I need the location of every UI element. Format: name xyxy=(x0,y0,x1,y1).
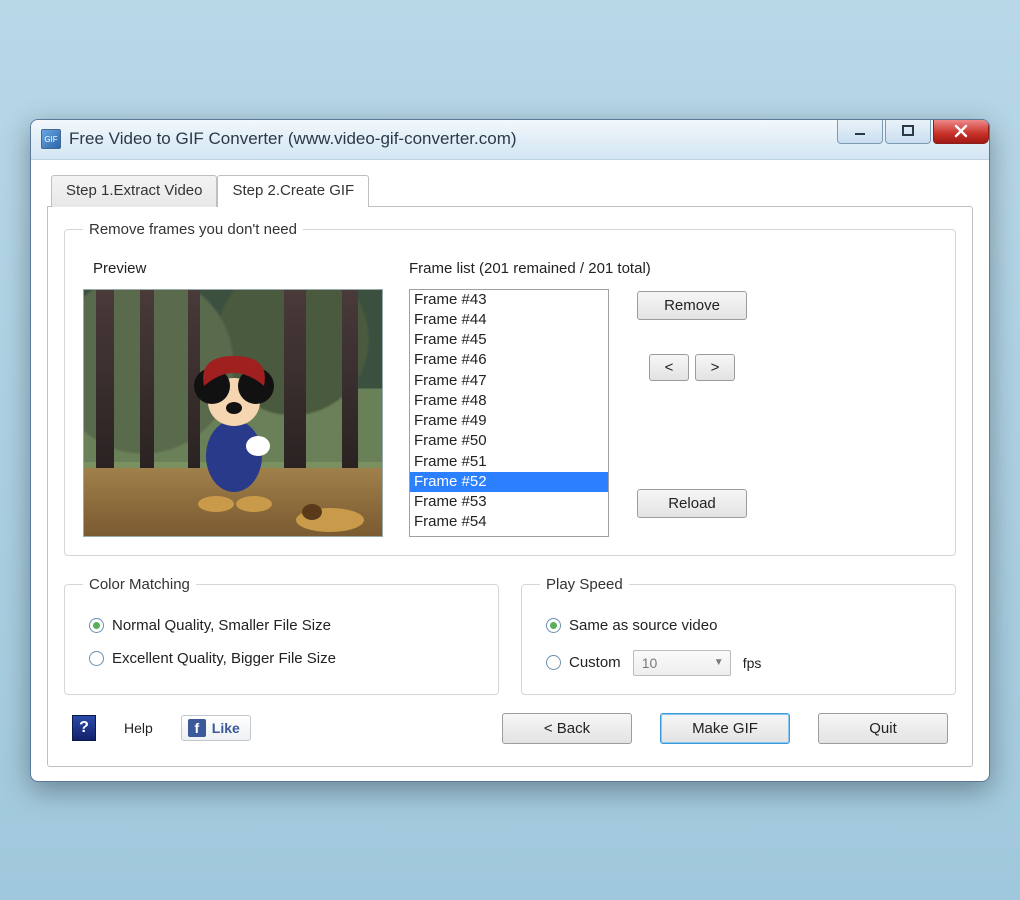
list-item[interactable]: Frame #50 xyxy=(410,431,608,451)
frame-list[interactable]: Frame #43Frame #44Frame #45Frame #46Fram… xyxy=(409,289,609,537)
radio-icon xyxy=(89,651,104,666)
radio-icon xyxy=(546,655,561,670)
list-item[interactable]: Frame #43 xyxy=(410,290,608,310)
radio-normal-quality[interactable]: Normal Quality, Smaller File Size xyxy=(89,617,480,634)
list-item[interactable]: Frame #52 xyxy=(410,472,608,492)
reload-button[interactable]: Reload xyxy=(637,489,747,518)
radio-icon xyxy=(89,618,104,633)
fps-combo[interactable]: 10 ▼ xyxy=(633,650,731,676)
list-item[interactable]: Frame #44 xyxy=(410,310,608,330)
play-speed-group: Play Speed Same as source video Custom 1… xyxy=(521,576,956,695)
close-icon xyxy=(953,123,969,139)
facebook-icon: f xyxy=(188,719,206,737)
radio-label: Custom xyxy=(569,654,621,671)
remove-frames-group: Remove frames you don't need Preview xyxy=(64,221,956,556)
radio-same-speed[interactable]: Same as source video xyxy=(546,617,937,634)
window-title: Free Video to GIF Converter (www.video-g… xyxy=(69,129,835,149)
radio-label: Excellent Quality, Bigger File Size xyxy=(112,650,336,667)
preview-label: Preview xyxy=(93,260,383,277)
radio-label: Same as source video xyxy=(569,617,717,634)
close-button[interactable] xyxy=(933,120,989,144)
like-label: Like xyxy=(212,720,240,736)
fps-unit: fps xyxy=(743,655,762,671)
color-matching-legend: Color Matching xyxy=(83,576,196,593)
app-icon: GIF xyxy=(41,129,61,149)
facebook-like-button[interactable]: f Like xyxy=(181,715,251,741)
list-item[interactable]: Frame #53 xyxy=(410,492,608,512)
list-item[interactable]: Frame #54 xyxy=(410,512,608,532)
app-window: GIF Free Video to GIF Converter (www.vid… xyxy=(30,119,990,782)
radio-excellent-quality[interactable]: Excellent Quality, Bigger File Size xyxy=(89,650,480,667)
list-item[interactable]: Frame #45 xyxy=(410,330,608,350)
tab-step2[interactable]: Step 2.Create GIF xyxy=(217,175,369,207)
remove-button[interactable]: Remove xyxy=(637,291,747,320)
chevron-down-icon: ▼ xyxy=(714,657,724,668)
maximize-button[interactable] xyxy=(885,120,931,144)
titlebar[interactable]: GIF Free Video to GIF Converter (www.vid… xyxy=(31,120,989,160)
list-item[interactable]: Frame #48 xyxy=(410,391,608,411)
play-speed-legend: Play Speed xyxy=(540,576,629,593)
list-item[interactable]: Frame #46 xyxy=(410,350,608,370)
prev-frame-button[interactable]: < xyxy=(649,354,689,381)
list-item[interactable]: Frame #47 xyxy=(410,371,608,391)
help-icon[interactable]: ? xyxy=(72,715,96,741)
tabs-header: Step 1.Extract Video Step 2.Create GIF xyxy=(47,174,973,206)
maximize-icon xyxy=(901,124,915,138)
radio-custom-speed[interactable]: Custom xyxy=(546,654,621,671)
tab-step1[interactable]: Step 1.Extract Video xyxy=(51,175,217,207)
preview-character-icon xyxy=(84,290,383,537)
quit-button[interactable]: Quit xyxy=(818,713,948,744)
fps-value: 10 xyxy=(642,655,658,671)
color-matching-group: Color Matching Normal Quality, Smaller F… xyxy=(64,576,499,695)
radio-label: Normal Quality, Smaller File Size xyxy=(112,617,331,634)
frame-list-label: Frame list (201 remained / 201 total) xyxy=(409,260,937,277)
tab-panel-step2: Remove frames you don't need Preview xyxy=(47,206,973,767)
back-button[interactable]: < Back xyxy=(502,713,632,744)
radio-icon xyxy=(546,618,561,633)
remove-frames-legend: Remove frames you don't need xyxy=(83,221,303,238)
footer-bar: ? Help f Like < Back Make GIF Quit xyxy=(64,695,956,748)
minimize-button[interactable] xyxy=(837,120,883,144)
minimize-icon xyxy=(853,124,867,138)
next-frame-button[interactable]: > xyxy=(695,354,735,381)
help-label[interactable]: Help xyxy=(124,720,153,736)
preview-image xyxy=(83,289,383,537)
list-item[interactable]: Frame #51 xyxy=(410,452,608,472)
list-item[interactable]: Frame #49 xyxy=(410,411,608,431)
make-gif-button[interactable]: Make GIF xyxy=(660,713,790,744)
